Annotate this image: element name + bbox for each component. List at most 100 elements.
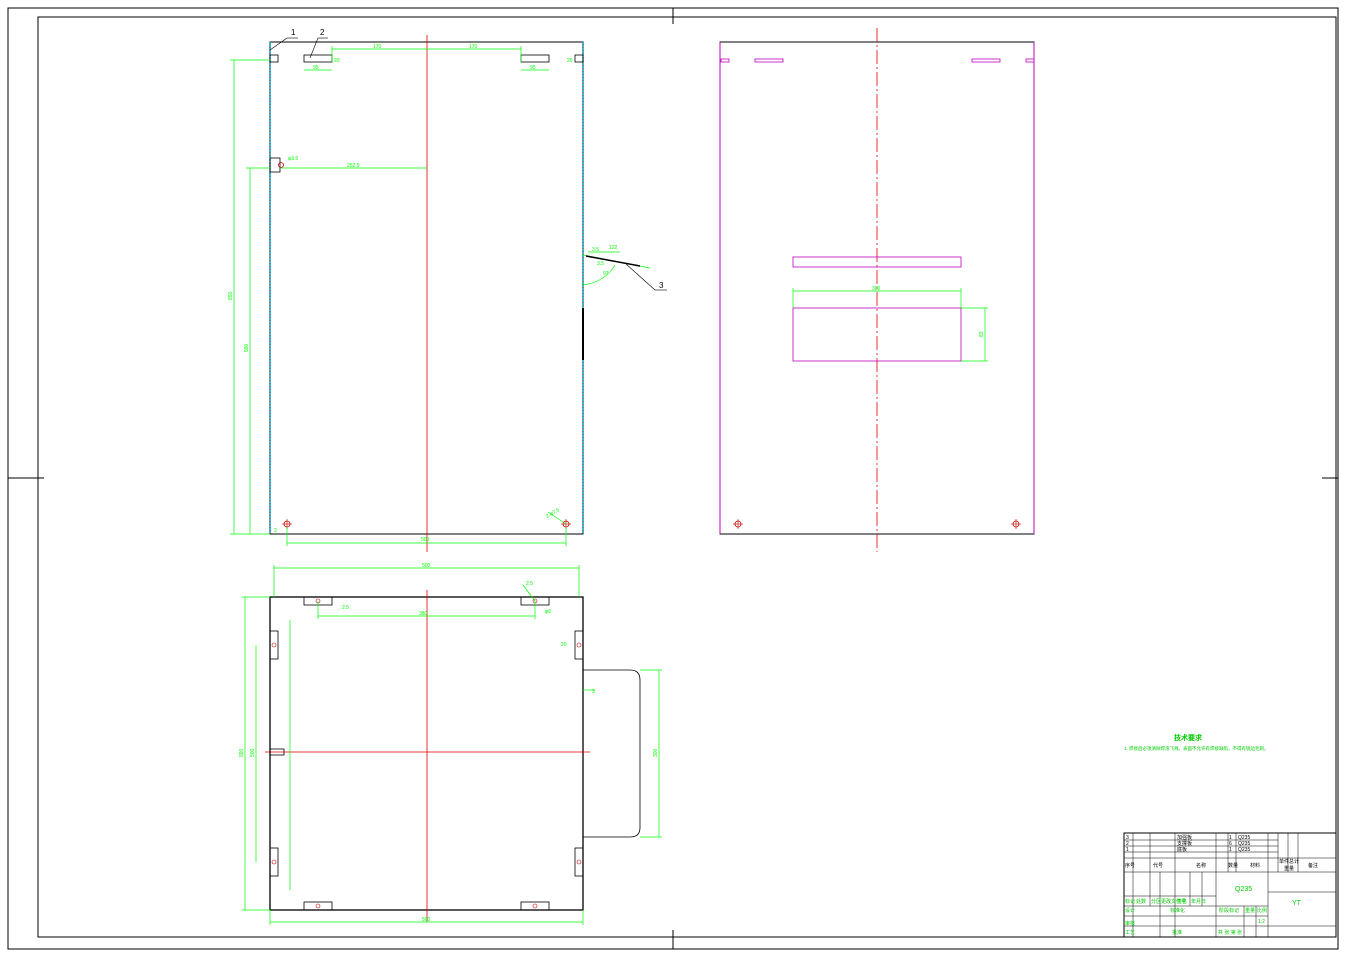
dim-small-bottom: 3 bbox=[274, 528, 277, 534]
dim-bot-top: 500 bbox=[422, 563, 431, 569]
dim-slot-right-small: 20 bbox=[567, 58, 573, 64]
bottom-bracket-right-bot bbox=[574, 847, 584, 877]
dim-bot-small-leader bbox=[522, 584, 536, 602]
dim-bot-left-height: 590 bbox=[239, 748, 245, 757]
dim-slot-left: 95 bbox=[313, 65, 319, 71]
tb-zone: 分区 bbox=[1151, 898, 1161, 905]
dim-horiz-252: 252.9 bbox=[347, 163, 360, 169]
bottom-side-box bbox=[583, 669, 641, 838]
dim-bot-side-small-2: 3 bbox=[592, 689, 595, 695]
dim-170-left: 170 bbox=[373, 44, 382, 50]
front-slot-left-small bbox=[269, 54, 279, 63]
tb-design: 设计 bbox=[1125, 907, 1135, 914]
dim-height-total: 850 bbox=[228, 291, 234, 300]
dim-angle: 97 bbox=[603, 271, 609, 277]
dim-bot-side-small-top: 20 bbox=[561, 642, 567, 648]
dim-slot-right: 95 bbox=[530, 65, 536, 71]
bottom-hole-3 bbox=[315, 903, 321, 909]
dim-rect-height: 83 bbox=[979, 331, 985, 337]
part3-plate bbox=[585, 255, 641, 267]
dim-bot-top-small: 2.5 bbox=[526, 581, 533, 587]
right-slot-4 bbox=[1025, 58, 1035, 63]
dim-hole-dia: φ3.5 bbox=[288, 156, 298, 162]
bottom-bracket-right-top bbox=[574, 630, 584, 660]
bottom-hole-8 bbox=[576, 859, 582, 865]
tb-h-weight: 重量 bbox=[1284, 865, 1294, 872]
outer-border bbox=[7, 7, 1339, 950]
tb-date: 年月日 bbox=[1191, 898, 1206, 905]
front-outline bbox=[269, 41, 584, 535]
front-slot-left bbox=[303, 54, 333, 63]
tb-stage-mark: 阶段标记 bbox=[1219, 907, 1239, 914]
tb-h-remark: 备注 bbox=[1308, 862, 1318, 869]
dim-angle-arc bbox=[582, 264, 616, 286]
tb-h-code: 代号 bbox=[1153, 862, 1163, 869]
balloon-2-text: 2 bbox=[320, 28, 325, 37]
tb-process: 工艺 bbox=[1125, 930, 1135, 936]
bottom-hole-5 bbox=[271, 642, 277, 648]
tb-part-3-name: 加强板 bbox=[1177, 834, 1192, 841]
bottom-bracket-left-top bbox=[269, 630, 279, 660]
tb-part-1-name: 底板 bbox=[1177, 846, 1187, 853]
notes-line-1: 1. 焊接后必须清除焊渣飞溅，表面不允许有焊接缺陷，不得有锐边毛刺。 bbox=[1124, 745, 1269, 752]
bottom-bracket-bot-left bbox=[303, 901, 333, 911]
bottom-view: 500 2.5 380 2.5 φ6 20 3 590 500 300 500 bbox=[239, 563, 662, 925]
right-slot-1 bbox=[720, 58, 730, 63]
tb-h-total: 总计 bbox=[1289, 858, 1299, 865]
balloon-1-leader bbox=[269, 37, 288, 51]
dim-height-mid: 590 bbox=[244, 343, 250, 352]
inner-border bbox=[37, 16, 1337, 938]
dim-side-a: 3.5 bbox=[592, 247, 599, 253]
tb-sign: 签名 bbox=[1177, 898, 1187, 905]
notes-title: 技术要求 bbox=[1174, 733, 1203, 742]
front-slot-right-small bbox=[574, 54, 584, 63]
dim-bot-right-height: 300 bbox=[653, 748, 659, 757]
balloon-3-leader bbox=[625, 263, 656, 291]
bottom-hole-4 bbox=[532, 903, 538, 909]
technical-notes: 技术要求 1. 焊接后必须清除焊渣飞溅，表面不允许有焊接缺陷，不得有锐边毛刺。 bbox=[1124, 733, 1269, 752]
tb-part-1-no: 1 bbox=[1126, 847, 1129, 853]
dim-rect-width: 300 bbox=[872, 286, 881, 292]
tb-part-2-name: 支撑板 bbox=[1177, 840, 1192, 847]
bottom-hole-7 bbox=[576, 642, 582, 648]
dim-width-bottom: 500 bbox=[421, 537, 430, 543]
tb-count: 处数 bbox=[1136, 898, 1146, 905]
tb-h-name: 名称 bbox=[1196, 862, 1206, 869]
tb-approve: 批准 bbox=[1172, 929, 1182, 936]
front-slot-right bbox=[520, 54, 550, 63]
tb-part-1-qty: 1 bbox=[1229, 847, 1232, 853]
front-hole-side bbox=[278, 162, 284, 168]
front-view: 1 2 3 170 170 95 20 95 20 φ3.5 252.9 850… bbox=[228, 28, 667, 552]
bottom-bracket-left-bot bbox=[269, 847, 279, 877]
dim-side-b: 122 bbox=[609, 245, 618, 251]
right-view: 300 83 bbox=[719, 28, 1035, 552]
bottom-outline bbox=[269, 596, 584, 911]
title-block: 3 加强板 1 Q235 2 支撑板 6 Q235 1 底板 1 Q235 序号… bbox=[1123, 832, 1337, 938]
tb-scale-val: 1:2 bbox=[1258, 919, 1265, 925]
tb-h-no: 序号 bbox=[1125, 862, 1135, 869]
dim-bot-hole-right: φ6 bbox=[545, 609, 551, 615]
balloon-3-text: 3 bbox=[659, 281, 664, 290]
balloon-1-text: 1 bbox=[291, 28, 296, 37]
right-slot-2 bbox=[754, 58, 784, 63]
tb-h-single: 单件 bbox=[1279, 858, 1289, 865]
dim-side-c: 3.5 bbox=[597, 261, 604, 267]
tb-check: 审核 bbox=[1125, 920, 1135, 927]
tb-h-qty: 数量 bbox=[1228, 862, 1238, 869]
dim-bot-left-inner: 500 bbox=[250, 748, 256, 757]
dim-bot-hole-left: 2.5 bbox=[342, 605, 349, 611]
tb-material: Q235 bbox=[1235, 886, 1252, 893]
tb-mark: 标记 bbox=[1125, 898, 1135, 905]
tb-part-1-mat: Q235 bbox=[1238, 847, 1250, 853]
dim-bot-inner: 380 bbox=[419, 611, 428, 617]
tb-standard: 标准化 bbox=[1170, 907, 1185, 914]
tb-sheets: 共 张 第 张 bbox=[1218, 929, 1242, 936]
bottom-bracket-bot-right bbox=[520, 901, 550, 911]
dim-slot-left-small: 20 bbox=[334, 58, 340, 64]
cad-drawing-sheet: 1 2 3 170 170 95 20 95 20 φ3.5 252.9 850… bbox=[7, 7, 1339, 950]
dim-170-right: 170 bbox=[469, 44, 478, 50]
tb-scale-lbl: 比例 bbox=[1257, 907, 1267, 914]
dim-bot-bottom: 500 bbox=[422, 917, 431, 923]
tb-h-material: 材料 bbox=[1250, 862, 1260, 869]
bottom-hole-6 bbox=[271, 859, 277, 865]
